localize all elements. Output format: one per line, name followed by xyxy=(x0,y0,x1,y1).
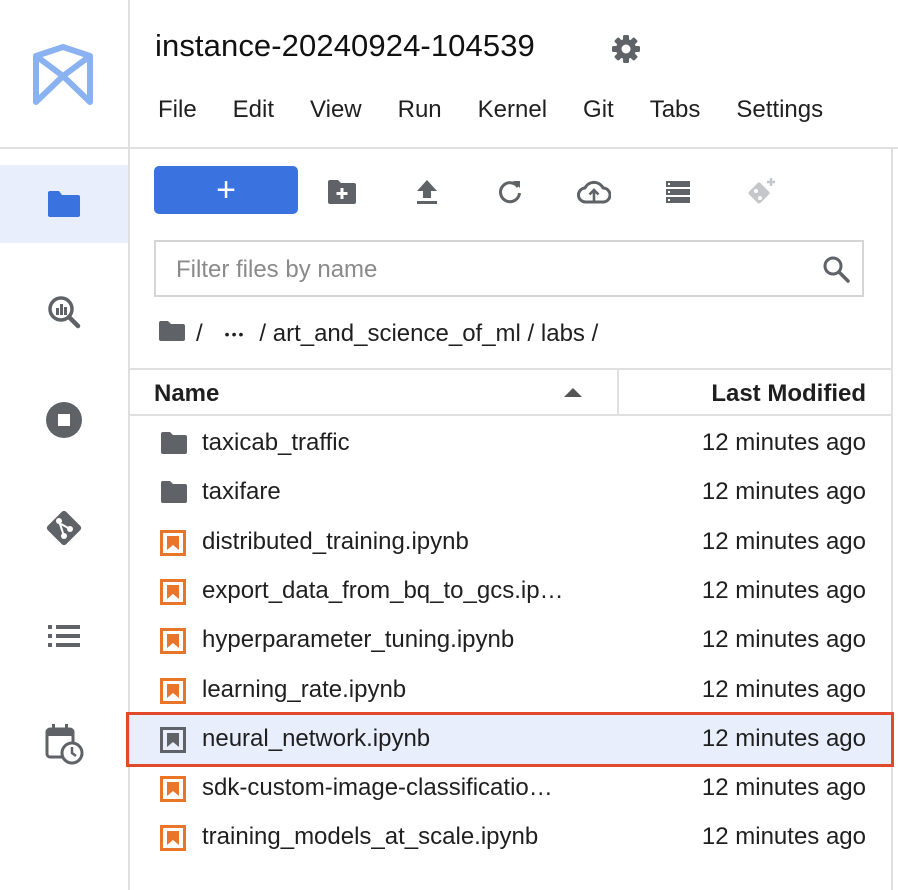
column-last-modified-header[interactable]: Last Modified xyxy=(711,380,866,408)
refresh-icon xyxy=(499,181,521,204)
jupyter-lab-logo xyxy=(33,44,93,105)
file-last-modified: 12 minutes ago xyxy=(701,429,866,456)
breadcrumb-path[interactable]: / art_and_science_of_ml / labs / xyxy=(259,320,598,348)
menu-kernel[interactable]: Kernel xyxy=(460,90,565,130)
breadcrumb: / ••• / art_and_science_of_ml / labs / xyxy=(158,316,598,352)
folder-icon xyxy=(159,320,185,341)
column-divider[interactable] xyxy=(617,370,619,416)
sort-ascending-icon[interactable] xyxy=(564,388,582,397)
notebook-icon xyxy=(160,529,188,556)
storage-icon xyxy=(666,181,690,203)
folder-icon xyxy=(160,431,188,457)
notebook-icon xyxy=(160,825,188,852)
file-row[interactable]: export_data_from_bq_to_gcs.ip… 12 minutes… xyxy=(130,567,891,616)
file-name: neural_network.ipynb xyxy=(202,724,431,752)
menu-git[interactable]: Git xyxy=(565,90,632,130)
file-row[interactable]: sdk-custom-image-classificatio… 12 minute… xyxy=(130,764,891,813)
folder-icon xyxy=(48,191,80,217)
file-row[interactable]: neural_network.ipynb 12 minutes ago xyxy=(130,714,891,764)
left-activity-bar xyxy=(0,0,130,890)
notebook-icon xyxy=(160,578,188,605)
instance-title: instance-20240924-104539 xyxy=(155,28,535,63)
upload-icon xyxy=(417,180,437,204)
search-button[interactable] xyxy=(822,255,850,288)
file-last-modified: 12 minutes ago xyxy=(701,823,866,851)
file-row[interactable]: taxifare 12 minutes ago xyxy=(130,468,891,517)
file-name: export_data_from_bq_to_gcs.ip… xyxy=(202,576,564,604)
git-icon xyxy=(46,510,82,546)
file-row[interactable]: training_models_at_scale.ipynb 12 minutes… xyxy=(130,813,891,862)
sidebar-item-running[interactable] xyxy=(0,381,128,459)
file-name: hyperparameter_tuning.ipynb xyxy=(202,626,515,654)
menu-view[interactable]: View xyxy=(292,90,380,130)
file-name: training_models_at_scale.ipynb xyxy=(202,823,539,851)
file-name: sdk-custom-image-classificatio… xyxy=(202,774,553,802)
new-folder-icon xyxy=(328,180,356,204)
cloud-upload-icon xyxy=(577,180,611,204)
menu-run[interactable]: Run xyxy=(380,90,460,130)
file-last-modified: 12 minutes ago xyxy=(701,724,866,752)
calendar-clock-icon xyxy=(45,724,84,765)
notebook-icon xyxy=(160,776,188,803)
file-last-modified: 12 minutes ago xyxy=(701,774,866,802)
menu-tabs[interactable]: Tabs xyxy=(632,90,719,130)
cloud-upload-button[interactable] xyxy=(574,172,614,212)
new-launcher-button[interactable]: + xyxy=(154,166,298,214)
search-icon xyxy=(823,256,850,283)
breadcrumb-root-separator: / xyxy=(196,320,203,347)
bigquery-icon xyxy=(48,296,81,329)
git-clone-button xyxy=(742,172,782,212)
sidebar-item-file-browser[interactable] xyxy=(0,165,128,243)
file-row[interactable]: taxicab_traffic 12 minutes ago xyxy=(130,419,891,468)
file-row[interactable]: distributed_training.ipynb 12 minutes ago xyxy=(130,518,891,567)
gear-icon xyxy=(612,35,640,63)
sidebar-item-bigquery[interactable] xyxy=(0,273,128,351)
filter-box xyxy=(154,240,864,297)
file-row[interactable]: learning_rate.ipynb 12 minutes ago xyxy=(130,666,891,715)
menu-settings[interactable]: Settings xyxy=(718,90,841,130)
column-name-header[interactable]: Name xyxy=(154,380,219,408)
stop-icon xyxy=(46,402,82,438)
git-clone-icon xyxy=(748,178,775,204)
file-row[interactable]: hyperparameter_tuning.ipynb 12 minutes ag… xyxy=(130,616,891,665)
file-name: learning_rate.ipynb xyxy=(202,675,407,703)
menu-file[interactable]: File xyxy=(140,90,215,130)
file-last-modified: 12 minutes ago xyxy=(701,478,866,506)
list-icon xyxy=(48,625,80,647)
file-name: taxifare xyxy=(202,478,281,506)
sidebar-item-git[interactable] xyxy=(0,489,128,567)
new-folder-button[interactable] xyxy=(322,172,362,212)
notebook-icon xyxy=(160,628,188,655)
header-divider xyxy=(130,147,898,149)
menu-bar: File Edit View Run Kernel Git Tabs Setti… xyxy=(140,90,841,130)
file-last-modified: 12 minutes ago xyxy=(701,675,866,703)
file-last-modified: 12 minutes ago xyxy=(701,576,866,604)
logo-area xyxy=(0,0,128,149)
panel-right-border xyxy=(891,149,893,890)
folder-icon xyxy=(160,480,188,506)
upload-button[interactable] xyxy=(407,172,447,212)
storage-button[interactable] xyxy=(658,172,698,212)
breadcrumb-ellipsis[interactable]: ••• xyxy=(225,326,246,342)
notebook-icon xyxy=(160,677,188,704)
file-last-modified: 12 minutes ago xyxy=(701,527,866,555)
file-name: taxicab_traffic xyxy=(202,429,350,456)
sidebar-item-table-of-contents[interactable] xyxy=(0,597,128,675)
settings-gear-button[interactable] xyxy=(611,34,641,69)
sidebar-item-scheduler[interactable] xyxy=(0,705,128,783)
notebook-icon xyxy=(160,726,188,753)
file-name: distributed_training.ipynb xyxy=(202,527,469,555)
breadcrumb-home[interactable] xyxy=(158,320,186,349)
file-list-header: Name Last Modified xyxy=(130,368,891,416)
refresh-button[interactable] xyxy=(490,172,530,212)
file-last-modified: 12 minutes ago xyxy=(701,626,866,654)
filter-files-input[interactable] xyxy=(174,250,798,290)
menu-edit[interactable]: Edit xyxy=(215,90,292,130)
